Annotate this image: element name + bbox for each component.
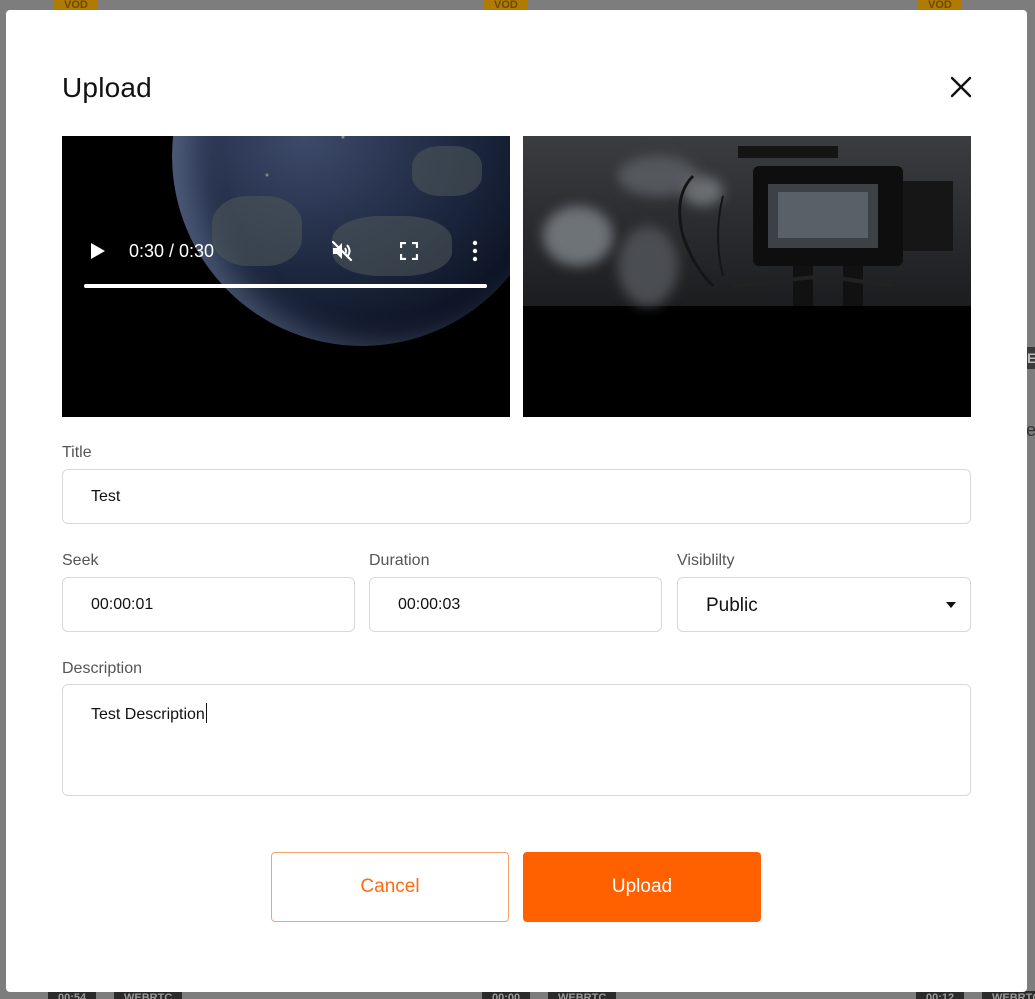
background-type-badge: WEBRTC — [982, 991, 1035, 999]
description-text: Test Description — [91, 706, 205, 723]
video-player[interactable]: 0:30 / 0:30 — [62, 136, 510, 417]
video-progress-fill — [84, 284, 487, 288]
background-duration-badge: 00:54 — [48, 991, 97, 999]
muted-icon[interactable] — [330, 239, 354, 263]
background-fragment: E — [1027, 347, 1035, 369]
seek-input[interactable] — [62, 577, 355, 632]
thumbnail-preview — [523, 136, 971, 417]
title-input[interactable] — [62, 469, 971, 524]
background-type-badge: WEBRTC — [548, 991, 617, 999]
visibility-label: Visiblilty — [677, 552, 735, 569]
background-fragment: e — [1026, 420, 1035, 440]
background-vod-badge: VOD — [918, 0, 962, 10]
seek-label: Seek — [62, 552, 99, 569]
background-duration-badge: 00:12 — [916, 991, 965, 999]
video-progress-bar[interactable] — [84, 284, 487, 288]
background-duration-badge: 00:00 — [482, 991, 531, 999]
close-button[interactable] — [946, 72, 976, 102]
background-type-badge: WEBRTC — [114, 991, 183, 999]
fullscreen-icon[interactable] — [400, 242, 418, 260]
background-vod-badge: VOD — [484, 0, 528, 10]
video-controls: 0:30 / 0:30 — [62, 234, 510, 294]
title-label: Title — [62, 444, 92, 461]
video-time-display: 0:30 / 0:30 — [129, 241, 215, 261]
description-textarea[interactable]: Test Description — [62, 684, 971, 796]
play-icon[interactable] — [90, 242, 106, 260]
description-label: Description — [62, 660, 143, 677]
duration-input[interactable] — [369, 577, 662, 632]
upload-button[interactable]: Upload — [523, 852, 761, 922]
visibility-select[interactable]: Public — [677, 577, 971, 632]
cancel-button[interactable]: Cancel — [271, 852, 509, 922]
visibility-selected-value: Public — [706, 595, 758, 616]
camera-scene-image — [523, 136, 971, 306]
upload-modal: Upload 0:30 / 0:30 Title Test Seek 00:00… — [6, 10, 1027, 992]
text-cursor — [205, 703, 207, 723]
more-vertical-icon[interactable] — [470, 240, 480, 262]
duration-label: Duration — [369, 552, 430, 569]
background-vod-badge: VOD — [54, 0, 98, 10]
modal-title: Upload — [62, 72, 152, 103]
close-icon — [950, 76, 972, 98]
caret-down-icon — [946, 602, 956, 608]
